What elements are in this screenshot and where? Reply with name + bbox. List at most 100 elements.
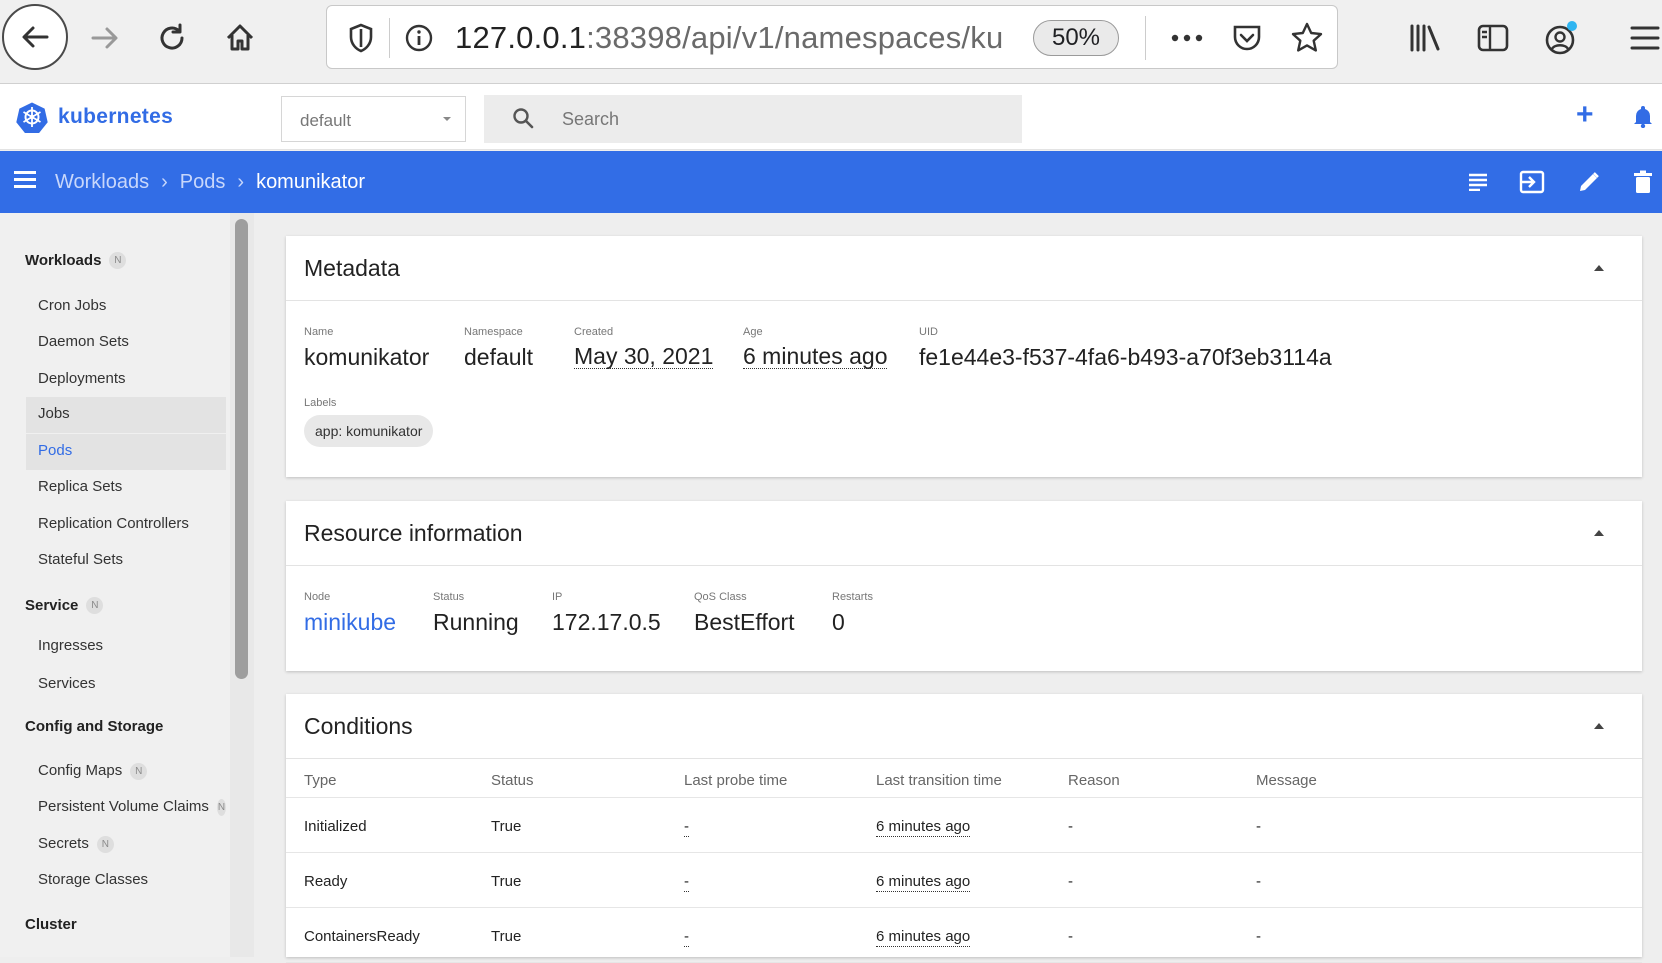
- column-header-message[interactable]: Message: [1256, 772, 1317, 789]
- node-link[interactable]: minikube: [304, 609, 396, 636]
- pocket-icon[interactable]: [1225, 16, 1269, 60]
- sidebar-item-daemon-sets[interactable]: Daemon Sets: [26, 325, 226, 361]
- sidebar-item-replication-controllers[interactable]: Replication Controllers: [26, 507, 226, 543]
- column-header-type[interactable]: Type: [304, 772, 337, 789]
- sidebar-item-label: Pods: [38, 442, 73, 459]
- breadcrumb: Workloads › Pods › komunikator: [55, 171, 365, 194]
- column-header-last-probe-time[interactable]: Last probe time: [684, 772, 787, 789]
- field-label: Namespace: [464, 326, 523, 338]
- field-value: May 30, 2021: [574, 343, 714, 369]
- search-input[interactable]: [562, 95, 1002, 143]
- cell-type: Initialized: [304, 818, 367, 835]
- sidebar-section-service[interactable]: Service N: [25, 596, 104, 614]
- kubernetes-logo[interactable]: kubernetes: [16, 101, 173, 133]
- resource-information-card: Resource information Node minikube Statu…: [286, 501, 1642, 671]
- field-label: Labels: [304, 397, 337, 409]
- breadcrumb-pods[interactable]: Pods: [180, 171, 226, 194]
- library-button[interactable]: [1400, 10, 1450, 66]
- namespaced-badge: N: [86, 597, 104, 614]
- field-restarts: Restarts 0: [832, 591, 873, 636]
- reload-button[interactable]: [147, 10, 197, 66]
- card-header: Conditions: [286, 694, 1642, 759]
- browser-toolbar: 127.0.0.1:38398/api/v1/namespaces/ku 50%: [0, 0, 1662, 84]
- column-header-status[interactable]: Status: [491, 772, 534, 789]
- url-bar[interactable]: 127.0.0.1:38398/api/v1/namespaces/ku 50%: [326, 5, 1338, 69]
- sidebar-item-pods[interactable]: Pods: [26, 434, 226, 470]
- collapse-icon[interactable]: [1594, 723, 1604, 729]
- sidebar-item-secrets[interactable]: Secrets N: [26, 827, 226, 863]
- sidebar-item-ingresses[interactable]: Ingresses: [26, 629, 226, 665]
- edit-button[interactable]: [1574, 167, 1604, 197]
- forward-button[interactable]: [80, 10, 130, 66]
- column-header-reason[interactable]: Reason: [1068, 772, 1120, 789]
- logs-button[interactable]: [1463, 167, 1493, 197]
- library-icon: [1410, 24, 1440, 52]
- field-label: QoS Class: [694, 591, 747, 603]
- sidebar-item-persistent-volume-claims[interactable]: Persistent Volume Claims N: [26, 790, 226, 826]
- sidebar-section-cluster[interactable]: Cluster: [25, 916, 77, 933]
- section-label: Config and Storage: [25, 718, 164, 735]
- column-header-last-transition-time[interactable]: Last transition time: [876, 772, 1002, 789]
- field-label: Name: [304, 326, 334, 338]
- namespace-select[interactable]: default: [281, 96, 466, 142]
- exec-button[interactable]: [1517, 167, 1547, 197]
- shield-icon[interactable]: [341, 16, 381, 60]
- cell-reason: -: [1068, 818, 1073, 835]
- field-value: default: [464, 344, 534, 370]
- cell-type: ContainersReady: [304, 928, 420, 945]
- sidebar-item-deployments[interactable]: Deployments: [26, 362, 226, 398]
- sidebar-item-jobs[interactable]: Jobs: [26, 397, 226, 433]
- sidebar-item-label: Secrets: [38, 835, 89, 852]
- zoom-indicator[interactable]: 50%: [1033, 20, 1119, 56]
- sidebar-section-config-storage[interactable]: Config and Storage: [25, 718, 163, 735]
- info-icon[interactable]: [399, 16, 439, 60]
- account-icon: [1545, 21, 1577, 55]
- sidebar-item-label: Replica Sets: [38, 478, 123, 495]
- card-title: Metadata: [304, 255, 400, 281]
- bookmark-star-icon[interactable]: [1285, 16, 1329, 60]
- sidebar-item-stateful-sets[interactable]: Stateful Sets: [26, 543, 226, 579]
- table-row: Initialized True - 6 minutes ago - -: [286, 798, 1642, 853]
- account-button[interactable]: [1536, 10, 1586, 66]
- reload-icon: [160, 23, 184, 50]
- breadcrumb-workloads[interactable]: Workloads: [55, 171, 149, 194]
- field-label: IP: [552, 591, 563, 603]
- sidebar-toggle-button[interactable]: [1468, 10, 1518, 66]
- app-menu-button[interactable]: [1620, 10, 1662, 66]
- home-button[interactable]: [215, 10, 265, 66]
- back-button[interactable]: [2, 4, 68, 70]
- sidebar-item-storage-classes[interactable]: Storage Classes: [26, 863, 226, 899]
- collapse-icon[interactable]: [1594, 265, 1604, 271]
- sidebar-item-label: Ingresses: [38, 637, 104, 654]
- cell-last-transition-time: 6 minutes ago: [876, 873, 971, 892]
- scrollbar-thumb[interactable]: [235, 219, 248, 679]
- field-ip: IP 172.17.0.5: [552, 591, 661, 636]
- arrow-left-icon: [22, 26, 49, 48]
- sidebar-section-workloads[interactable]: Workloads N: [25, 251, 127, 269]
- create-button[interactable]: +: [1576, 98, 1594, 132]
- notifications-button[interactable]: [1632, 104, 1654, 133]
- sidebar-item-config-maps[interactable]: Config Maps N: [26, 754, 226, 790]
- sidebar-item-cron-jobs[interactable]: Cron Jobs: [26, 289, 226, 325]
- collapse-icon[interactable]: [1594, 530, 1604, 536]
- conditions-card: Conditions Type Status Last probe time L…: [286, 694, 1642, 963]
- sidebar-item-services[interactable]: Services: [26, 667, 226, 703]
- search-bar[interactable]: [484, 95, 1022, 143]
- field-qos-class: QoS Class BestEffort: [694, 591, 795, 636]
- sidebar-nav: Workloads N Cron Jobs Daemon Sets Deploy…: [0, 213, 253, 957]
- sidebar-item-label: Storage Classes: [38, 871, 149, 888]
- field-label: Age: [743, 326, 763, 338]
- url-separator: [1145, 16, 1146, 60]
- sidebar-item-replica-sets[interactable]: Replica Sets: [26, 470, 226, 506]
- menu-icon[interactable]: [14, 171, 36, 191]
- cell-status: True: [491, 928, 522, 945]
- url-text[interactable]: 127.0.0.1:38398/api/v1/namespaces/ku: [455, 20, 1003, 56]
- more-actions-icon[interactable]: [1165, 16, 1209, 60]
- sidebar-scrollbar[interactable]: [230, 213, 254, 957]
- delete-button[interactable]: [1628, 167, 1658, 197]
- sidebar-item-label: Persistent Volume Claims: [38, 798, 209, 815]
- field-value: 0: [832, 609, 845, 635]
- metadata-card: Metadata Name komunikator Namespace defa…: [286, 236, 1642, 477]
- field-namespace: Namespace default: [464, 326, 533, 371]
- namespaced-badge: N: [216, 799, 226, 816]
